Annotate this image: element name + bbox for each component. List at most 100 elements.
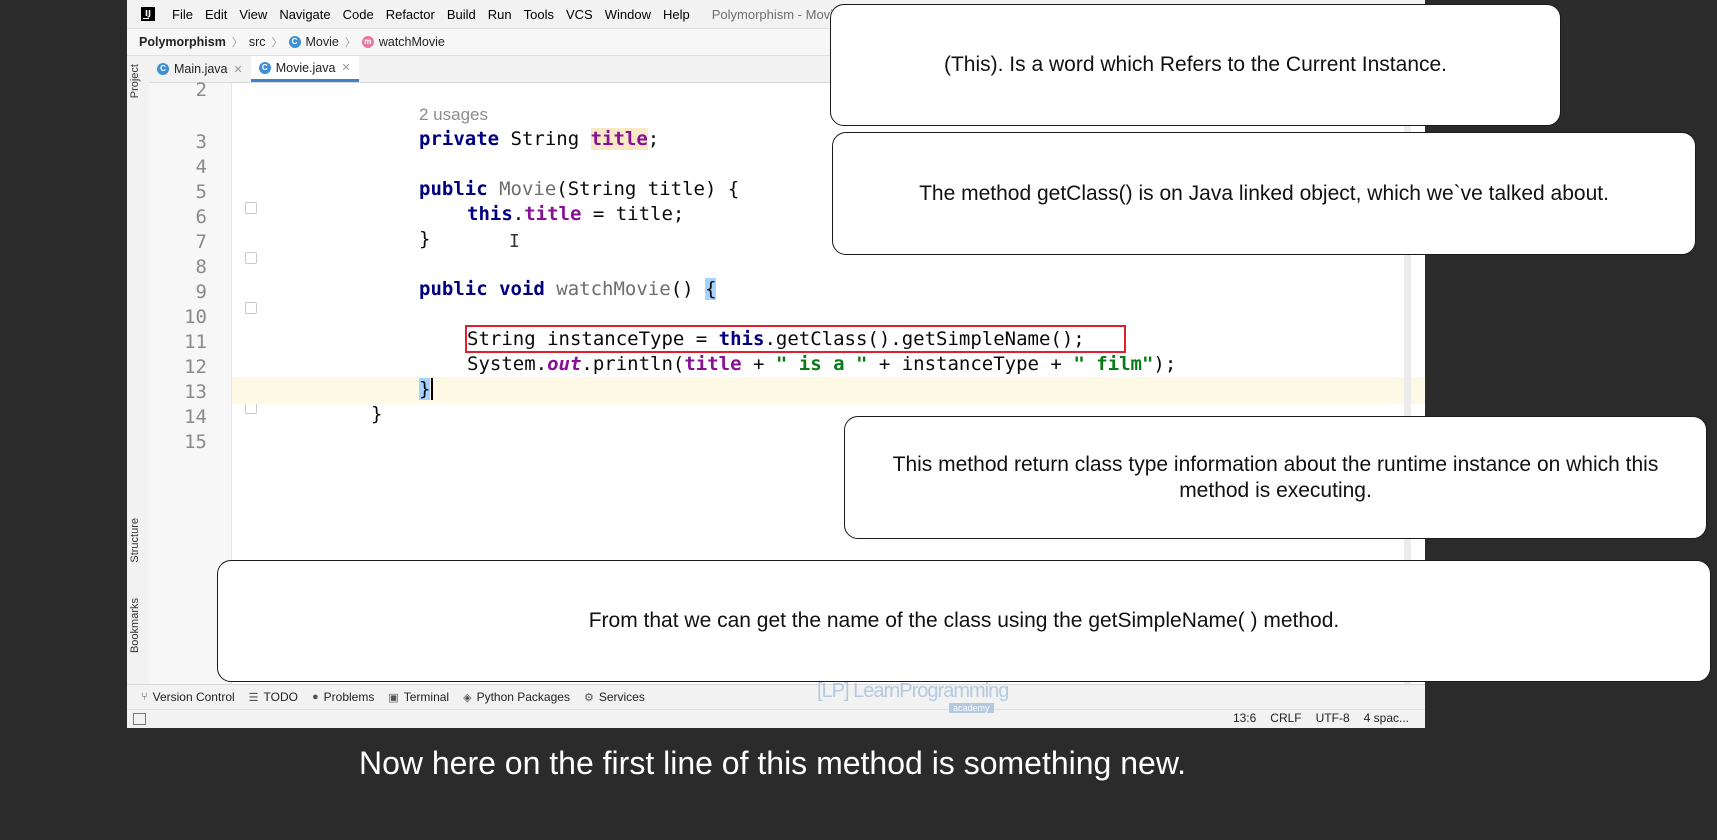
code-text: String	[499, 128, 591, 150]
menu-file[interactable]: File	[166, 7, 199, 22]
text-caret	[431, 378, 434, 400]
matched-brace: {	[705, 278, 717, 300]
method-icon: m	[361, 36, 374, 48]
menu-navigate[interactable]: Navigate	[273, 7, 336, 22]
list-icon: ☰	[248, 691, 259, 704]
chevron-right-icon: 〉	[231, 37, 243, 49]
line-number: 13	[184, 381, 207, 403]
intellij-logo-icon: IJ	[141, 7, 155, 21]
watermark-logo: [LP] LearnProgramming academy	[817, 680, 1009, 713]
python-packages-tool[interactable]: ◈ Python Packages	[463, 690, 570, 704]
menu-run[interactable]: Run	[482, 7, 518, 22]
version-control-tool[interactable]: ⑂ Version Control	[141, 690, 235, 704]
line-separator[interactable]: CRLF	[1270, 711, 1301, 725]
structure-tool-tab[interactable]: Structure	[129, 518, 141, 563]
branch-icon: ⑂	[141, 691, 148, 703]
code-line-6: this.title = title;	[467, 201, 684, 228]
breadcrumb-class[interactable]: C Movie	[285, 35, 343, 49]
ibeam-cursor-icon: I	[509, 231, 520, 252]
usages-hint[interactable]: 2 usages	[419, 101, 488, 128]
keyword: this	[718, 328, 765, 350]
menu-build[interactable]: Build	[441, 7, 482, 22]
line-number: 11	[184, 331, 207, 353]
menu-tools[interactable]: Tools	[518, 7, 560, 22]
line-number: 8	[195, 256, 207, 278]
close-icon[interactable]: ✕	[234, 63, 243, 76]
tool-label: Services	[598, 690, 645, 704]
indent-setting[interactable]: 4 spac...	[1364, 711, 1409, 725]
todo-tool[interactable]: ☰ TODO	[249, 690, 298, 704]
line-number: 2	[195, 79, 207, 101]
line-number: 3	[195, 131, 207, 153]
string-literal: " film"	[1073, 353, 1154, 375]
field-title: title	[524, 203, 582, 225]
watermark-sub: academy	[949, 703, 994, 713]
code-text: .println(	[581, 353, 685, 375]
line-number: 15	[184, 431, 207, 453]
terminal-tool[interactable]: ▣ Terminal	[388, 690, 449, 704]
menu-code[interactable]: Code	[337, 7, 380, 22]
services-icon: ⚙	[583, 691, 594, 704]
status-bar: 13:6 CRLF UTF-8 4 spac...	[127, 709, 1425, 728]
field-title: title	[684, 353, 742, 375]
tool-label: Python Packages	[476, 690, 570, 704]
toggle-panels-icon[interactable]	[133, 713, 146, 725]
terminal-icon: ▣	[388, 691, 399, 704]
line-number: 12	[184, 356, 207, 378]
chevron-right-icon: 〉	[344, 37, 356, 49]
tool-label: TODO	[263, 690, 298, 704]
tab-label: Movie.java	[275, 60, 336, 75]
code-line-14: }	[371, 403, 383, 425]
breadcrumb-class-label: Movie	[305, 35, 339, 49]
class-icon: C	[157, 63, 169, 75]
code-text: +	[741, 353, 776, 375]
class-icon: C	[288, 36, 301, 48]
menu-window[interactable]: Window	[599, 7, 657, 22]
keyword: this	[467, 203, 513, 225]
bookmarks-tool-tab[interactable]: Bookmarks	[129, 598, 141, 653]
code-text: String instanceType =	[467, 328, 719, 350]
menu-vcs[interactable]: VCS	[560, 7, 599, 22]
code-text: + instanceType +	[867, 353, 1074, 375]
code-line-5: public Movie(String title) {	[419, 176, 739, 203]
line-number: 7	[195, 231, 207, 253]
packages-icon: ◈	[463, 691, 472, 704]
code-line-12: System.out.println(title + " is a " + in…	[467, 351, 1176, 378]
breadcrumb-method[interactable]: m watchMovie	[358, 35, 449, 49]
chevron-right-icon: 〉	[271, 37, 283, 49]
caret-position[interactable]: 13:6	[1233, 711, 1256, 725]
code-line-11: String instanceType = this.getClass().ge…	[467, 326, 1085, 353]
left-tool-strip: Project Structure Bookmarks	[127, 56, 150, 684]
bottom-tool-bar: ⑂ Version Control ☰ TODO ● Problems ▣ Termin…	[127, 684, 1425, 709]
static-field: out	[547, 353, 582, 375]
code-text: );	[1153, 353, 1177, 375]
code-text: (String title) {	[556, 178, 740, 200]
tab-label: Main.java	[174, 62, 228, 76]
watermark-text: LearnProgramming	[853, 680, 1009, 702]
info-icon: ●	[311, 691, 319, 703]
breadcrumb-project[interactable]: Polymorphism	[127, 35, 230, 49]
constructor-name: Movie	[487, 178, 557, 200]
matched-brace: }	[419, 378, 431, 400]
breadcrumb-src[interactable]: src	[245, 35, 270, 49]
menu-refactor[interactable]: Refactor	[380, 7, 441, 22]
line-number: 9	[195, 281, 207, 303]
file-encoding[interactable]: UTF-8	[1316, 711, 1350, 725]
menu-help[interactable]: Help	[657, 7, 696, 22]
services-tool[interactable]: ⚙ Services	[584, 690, 645, 704]
menu-edit[interactable]: Edit	[199, 7, 233, 22]
code-text: .getClass().getSimpleName();	[764, 328, 1085, 350]
code-line-3: private String title;	[419, 126, 659, 153]
close-icon[interactable]: ✕	[341, 61, 350, 74]
code-line-9: public void watchMovie() {	[419, 276, 717, 303]
menu-view[interactable]: View	[233, 7, 273, 22]
video-subtitle: Now here on the first line of this metho…	[358, 745, 1187, 781]
tool-label: Version Control	[152, 690, 235, 704]
problems-tool[interactable]: ● Problems	[312, 690, 374, 704]
callout-this-keyword: (This). Is a word which Refers to the Cu…	[830, 4, 1561, 126]
line-number: 14	[184, 406, 207, 428]
line-number: 5	[195, 181, 207, 203]
project-tool-tab[interactable]: Project	[129, 64, 141, 98]
tab-movie-java[interactable]: C Movie.java ✕	[250, 56, 359, 82]
code-text: System.	[467, 353, 548, 375]
